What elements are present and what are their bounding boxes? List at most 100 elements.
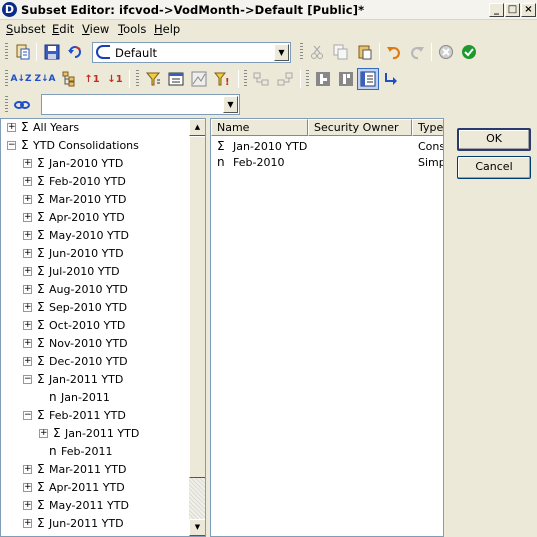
toolbar-grip[interactable] xyxy=(136,70,139,88)
sort-asc-icon[interactable]: ↑1 xyxy=(81,68,103,90)
toolbar-separator xyxy=(238,70,239,88)
toolbar-separator xyxy=(379,43,380,61)
expand-icon[interactable]: + xyxy=(23,519,32,528)
chevron-down-icon[interactable]: ▼ xyxy=(223,96,238,113)
toolbar-grip[interactable] xyxy=(5,43,8,61)
filter-chart-icon[interactable] xyxy=(188,68,210,90)
tree-scrollbar[interactable]: ▲ ▼ xyxy=(189,119,205,536)
expand-icon[interactable]: + xyxy=(23,249,32,258)
consolidated-icon: Σ xyxy=(37,318,45,332)
link-icon[interactable] xyxy=(11,94,33,116)
maximize-button[interactable]: □ xyxy=(505,3,520,17)
insert-parents-icon[interactable] xyxy=(380,68,402,90)
expand-icon[interactable]: + xyxy=(23,159,32,168)
consolidated-icon: Σ xyxy=(37,174,45,188)
redo-icon[interactable] xyxy=(406,41,428,63)
expand-icon[interactable]: + xyxy=(23,483,32,492)
cancel-icon[interactable] xyxy=(435,41,457,63)
list-item[interactable]: n Feb-2010 Simple xyxy=(211,155,443,171)
collapse-icon[interactable] xyxy=(274,68,296,90)
column-header-type[interactable]: Type xyxy=(412,119,443,136)
element-list[interactable]: Name Security Owner Type Σ Jan-2010 YTD Co… xyxy=(210,118,444,537)
tree-item-label: Jan-2010 YTD xyxy=(49,157,124,170)
menu-edit[interactable]: Edit xyxy=(52,22,74,36)
tree-item-label: Jan-2011 YTD xyxy=(65,427,140,440)
menu-view[interactable]: View xyxy=(82,22,109,36)
collapse-icon[interactable]: − xyxy=(23,375,32,384)
close-button[interactable]: × xyxy=(521,3,536,17)
tree-item-label: Feb-2011 YTD xyxy=(49,409,126,422)
collapse-icon[interactable]: − xyxy=(7,141,16,150)
toolbar-grip[interactable] xyxy=(5,70,8,88)
delete-icon[interactable] xyxy=(335,68,357,90)
window-title: Subset Editor: ifcvod->VodMonth->Default… xyxy=(21,3,365,17)
expand-icon[interactable]: + xyxy=(23,177,32,186)
expand-icon[interactable]: + xyxy=(23,465,32,474)
expand-icon[interactable]: + xyxy=(23,357,32,366)
expand-icon[interactable] xyxy=(250,68,272,90)
sort-za-icon[interactable]: Z↓A xyxy=(34,68,56,90)
ok-button[interactable]: OK xyxy=(457,128,531,151)
scrollbar-thumb[interactable] xyxy=(189,136,205,478)
consolidated-icon: Σ xyxy=(37,228,45,242)
menu-help[interactable]: Help xyxy=(154,22,180,36)
expand-icon[interactable]: + xyxy=(23,231,32,240)
tree-item-label: May-2010 YTD xyxy=(49,229,129,242)
toolbar-grip[interactable] xyxy=(306,70,309,88)
toolbar-row-2: A↓Z Z↓A ↑1 ↓1 ! xyxy=(0,66,537,92)
expand-icon[interactable]: + xyxy=(7,123,16,132)
menu-tools[interactable]: Tools xyxy=(118,22,146,36)
cancel-button[interactable]: Cancel xyxy=(457,156,531,179)
consolidated-icon: Σ xyxy=(37,462,45,476)
copy-icon[interactable] xyxy=(330,41,352,63)
subset-select[interactable]: Default ▼ xyxy=(92,42,291,63)
toolbar-grip[interactable] xyxy=(244,70,247,88)
scroll-up-icon[interactable]: ▲ xyxy=(189,119,205,136)
tree-item-label: Feb-2010 YTD xyxy=(49,175,126,188)
collapse-icon[interactable]: − xyxy=(23,411,32,420)
expand-icon[interactable]: + xyxy=(39,429,48,438)
properties-icon[interactable] xyxy=(357,68,379,90)
ok-icon[interactable] xyxy=(458,41,480,63)
filter-level-icon[interactable] xyxy=(142,68,164,90)
cut-icon[interactable] xyxy=(306,41,328,63)
sort-desc-icon[interactable]: ↓1 xyxy=(104,68,126,90)
column-header-name[interactable]: Name xyxy=(211,119,308,136)
chevron-down-icon[interactable]: ▼ xyxy=(274,44,289,61)
menu-subset[interactable]: Subset xyxy=(6,22,45,36)
expand-icon[interactable]: + xyxy=(23,267,32,276)
undo-icon[interactable] xyxy=(383,41,405,63)
subset-tree[interactable]: + Σ All Years − Σ YTD Consolidations + Σ Jan-201… xyxy=(0,118,206,537)
toolbar-grip[interactable] xyxy=(5,96,8,114)
list-item[interactable]: Σ Jan-2010 YTD Conso xyxy=(211,139,443,155)
expand-icon[interactable]: + xyxy=(23,213,32,222)
tree-item-label: May-2011 YTD xyxy=(49,499,129,512)
consolidated-icon: Σ xyxy=(37,480,45,494)
toolbar-grip[interactable] xyxy=(300,43,303,61)
refresh-icon[interactable] xyxy=(64,41,86,63)
filter-expression-icon[interactable]: ! xyxy=(211,68,233,90)
scroll-down-icon[interactable]: ▼ xyxy=(189,519,205,536)
tree-item-label: Jul-2010 YTD xyxy=(49,265,120,278)
sort-hierarchy-icon[interactable] xyxy=(58,68,80,90)
paste-subset-icon[interactable] xyxy=(12,41,34,63)
expand-icon[interactable]: + xyxy=(23,195,32,204)
filter-attribute-icon[interactable] xyxy=(165,68,187,90)
minimize-button[interactable]: _ xyxy=(489,3,504,17)
expand-icon[interactable]: + xyxy=(23,303,32,312)
expand-icon[interactable]: + xyxy=(23,339,32,348)
tree-item-label: Mar-2010 YTD xyxy=(49,193,127,206)
expand-icon[interactable]: + xyxy=(23,285,32,294)
filter-select[interactable]: ▼ xyxy=(41,94,240,115)
expand-icon[interactable]: + xyxy=(23,321,32,330)
consolidated-icon: Σ xyxy=(37,516,45,530)
expand-icon[interactable]: + xyxy=(23,501,32,510)
column-header-security-owner[interactable]: Security Owner xyxy=(308,119,412,136)
save-icon[interactable] xyxy=(41,41,63,63)
keep-icon[interactable] xyxy=(312,68,334,90)
tree-item-label: YTD Consolidations xyxy=(33,139,139,152)
tree-item-label: Sep-2010 YTD xyxy=(49,301,128,314)
sort-az-icon[interactable]: A↓Z xyxy=(10,68,32,90)
paste-icon[interactable] xyxy=(354,41,376,63)
consolidated-icon: Σ xyxy=(37,372,45,386)
